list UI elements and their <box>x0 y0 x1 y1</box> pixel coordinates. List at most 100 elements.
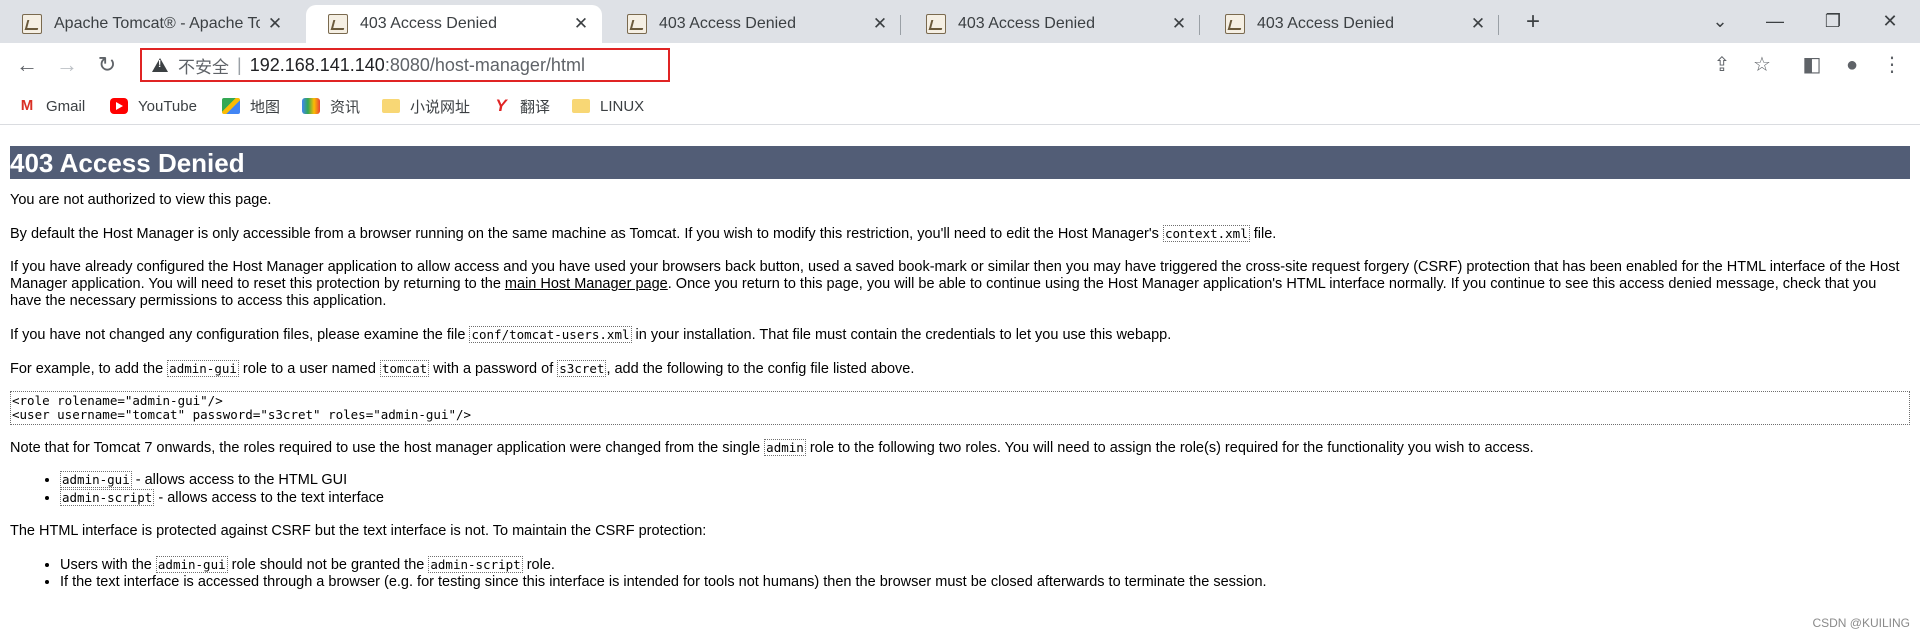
tomcat-favicon-icon <box>22 14 42 34</box>
main-host-manager-link[interactable]: main Host Manager page <box>505 276 668 292</box>
bookmark-youtube[interactable]: YouTube <box>110 95 197 117</box>
bookmark-folder-linux[interactable]: LINUX <box>572 95 644 117</box>
tab-close-icon[interactable]: ✕ <box>865 14 895 34</box>
forward-arrow-icon[interactable]: → <box>51 49 83 81</box>
bookmark-label: YouTube <box>138 97 197 115</box>
paragraph-not-authorized: You are not authorized to view this page… <box>10 192 272 208</box>
text: role to the following two roles. You wil… <box>805 440 1534 456</box>
bookmarks-bar: M Gmail YouTube 地图 资讯 小说网址 Y 翻译 LINUX <box>0 87 1920 125</box>
list-item: Users with the admin-gui role should not… <box>60 556 1910 574</box>
bookmark-label: 资讯 <box>330 98 361 116</box>
bookmark-label: LINUX <box>600 97 645 115</box>
url-separator: | <box>237 54 242 75</box>
tomcat-favicon-icon <box>328 14 348 34</box>
bookmark-label: 小说网址 <box>410 98 471 116</box>
text: file. <box>1249 226 1277 242</box>
inline-code: admin-script <box>428 556 523 573</box>
inline-code: admin-gui <box>155 556 228 573</box>
watermark: CSDN @KUILING <box>1812 616 1910 630</box>
text: role to a user named <box>238 361 380 377</box>
code-line: <user username="tomcat" password="s3cret… <box>12 407 472 422</box>
bookmark-maps[interactable]: 地图 <box>222 95 280 117</box>
tab-title: 403 Access Denied <box>958 15 1095 32</box>
tab-search-chevron-down-icon[interactable]: ⌄ <box>1700 6 1740 36</box>
inline-code: admin <box>764 439 806 456</box>
page-content: 403 Access Denied You are not authorized… <box>10 125 1910 591</box>
side-panel-icon[interactable]: ◧ <box>1796 49 1828 81</box>
list-item: admin-script - allows access to the text… <box>60 489 1910 507</box>
browser-toolbar: ← → ↻ 不安全 | 192.168.141.140:8080/host-ma… <box>0 43 1920 87</box>
config-code-block: <role rolename="admin-gui"/> <user usern… <box>10 391 1910 425</box>
tab-strip: Apache Tomcat® - Apache Tomcat ✕ 403 Acc… <box>0 0 1920 43</box>
bookmark-label: 地图 <box>250 98 281 116</box>
restore-icon[interactable]: ❐ <box>1813 6 1853 36</box>
tab-separator <box>1199 15 1200 35</box>
roles-list: admin-gui - allows access to the HTML GU… <box>10 471 1910 507</box>
tab-close-icon[interactable]: ✕ <box>566 14 596 34</box>
text: with a password of <box>429 361 558 377</box>
paragraph-roles-note: Note that for Tomcat 7 onwards, the role… <box>10 439 1910 457</box>
tomcat-favicon-icon <box>1225 14 1245 34</box>
inline-code: tomcat <box>379 360 430 377</box>
tomcat-favicon-icon <box>627 14 647 34</box>
new-tab-plus-icon[interactable]: + <box>1518 8 1548 38</box>
url-host: 192.168.141.140 <box>249 54 385 75</box>
tab-separator <box>900 15 901 35</box>
bookmark-translate[interactable]: Y 翻译 <box>492 95 550 117</box>
address-bar[interactable]: 不安全 | 192.168.141.140:8080/host-manager/… <box>140 48 670 82</box>
warning-triangle-icon[interactable] <box>152 57 168 73</box>
text: , add the following to the config file l… <box>606 361 915 377</box>
tomcat-favicon-icon <box>926 14 946 34</box>
menu-kebab-icon[interactable]: ⋮ <box>1876 49 1908 81</box>
reload-icon[interactable]: ↻ <box>91 49 123 81</box>
text: role should not be granted the <box>227 557 429 573</box>
youtube-icon <box>110 98 128 114</box>
bookmark-news[interactable]: 资讯 <box>302 95 360 117</box>
paragraph-default-access: By default the Host Manager is only acce… <box>10 225 1910 243</box>
paragraph-csrf-info: If you have already configured the Host … <box>10 259 1910 310</box>
text: - allows access to the HTML GUI <box>131 472 348 488</box>
tab-close-icon[interactable]: ✕ <box>1164 14 1194 34</box>
text: role. <box>522 557 555 573</box>
news-icon <box>302 98 320 114</box>
back-arrow-icon[interactable]: ← <box>11 49 43 81</box>
bookmark-label: 翻译 <box>520 98 551 116</box>
bookmark-star-icon[interactable]: ☆ <box>1746 49 1778 81</box>
text: If you have not changed any configuratio… <box>10 327 470 343</box>
text: Users with the <box>60 557 156 573</box>
inline-code: admin-gui <box>167 360 239 377</box>
tab-apache-tomcat[interactable]: Apache Tomcat® - Apache Tomcat ✕ <box>0 5 296 43</box>
profile-avatar-icon[interactable]: ● <box>1836 49 1868 81</box>
bookmark-gmail[interactable]: M Gmail <box>18 95 85 117</box>
maps-icon <box>222 98 240 114</box>
page-title: 403 Access Denied <box>10 146 1910 179</box>
inline-code: context.xml <box>1162 225 1250 242</box>
tab-title: Apache Tomcat® - Apache Tomcat <box>54 15 260 32</box>
text: For example, to add the <box>10 361 168 377</box>
text: in your installation. That file must con… <box>631 327 1172 343</box>
tab-title: 403 Access Denied <box>360 15 497 32</box>
url-path: :8080/host-manager/html <box>384 54 585 75</box>
tab-403-access-denied[interactable]: 403 Access Denied ✕ <box>1203 5 1499 43</box>
minimize-icon[interactable]: — <box>1755 6 1795 36</box>
inline-code: admin-gui <box>60 471 132 488</box>
tab-separator <box>1498 15 1499 35</box>
folder-icon <box>382 99 400 113</box>
translate-icon: Y <box>495 96 507 115</box>
text: By default the Host Manager is only acce… <box>10 226 1163 242</box>
tab-close-icon[interactable]: ✕ <box>260 14 290 34</box>
inline-code: admin-script <box>60 489 155 506</box>
inline-code: conf/tomcat-users.xml <box>469 326 632 343</box>
bookmark-folder-novels[interactable]: 小说网址 <box>382 95 470 117</box>
paragraph-config-files: If you have not changed any configuratio… <box>10 326 1910 344</box>
tab-403-access-denied-active[interactable]: 403 Access Denied ✕ <box>306 5 602 43</box>
folder-icon <box>572 99 590 113</box>
insecure-label[interactable]: 不安全 <box>178 53 229 78</box>
tab-403-access-denied[interactable]: 403 Access Denied ✕ <box>904 5 1200 43</box>
tab-403-access-denied[interactable]: 403 Access Denied ✕ <box>605 5 901 43</box>
tab-close-icon[interactable]: ✕ <box>1463 14 1493 34</box>
code-line: <role rolename="admin-gui"/> <box>12 393 223 408</box>
tab-title: 403 Access Denied <box>1257 15 1394 32</box>
share-icon[interactable]: ⇪ <box>1706 49 1738 81</box>
close-window-icon[interactable]: ✕ <box>1870 6 1910 36</box>
